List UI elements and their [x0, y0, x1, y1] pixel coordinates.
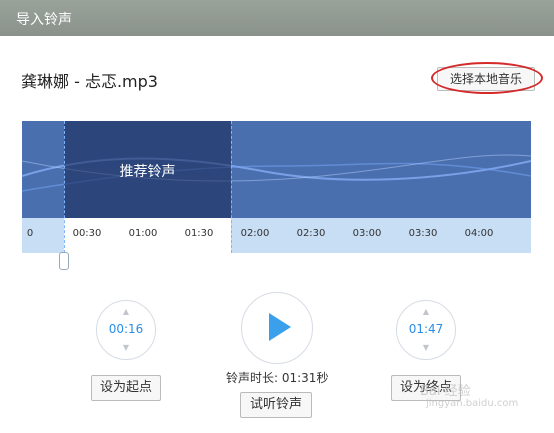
- start-handle-line[interactable]: [64, 121, 65, 253]
- watermark-url: jingyan.baidu.com: [426, 398, 519, 409]
- tick-label: 01:30: [184, 228, 214, 239]
- start-drag-handle[interactable]: [59, 252, 69, 270]
- end-time-stepper[interactable]: ▲ 01:47 ▼: [396, 300, 456, 360]
- tick-label: 0: [26, 228, 34, 239]
- time-ruler: 0 00:30 01:00 01:30 02:00 02:30 03:00 03…: [22, 218, 531, 253]
- chevron-down-icon[interactable]: ▼: [97, 343, 155, 352]
- chevron-up-icon[interactable]: ▲: [397, 307, 455, 316]
- set-start-button[interactable]: 设为起点: [91, 375, 161, 401]
- tick-label: 03:00: [352, 228, 382, 239]
- watermark-logo: Bai 经验: [420, 384, 471, 399]
- tick-label: 02:30: [296, 228, 326, 239]
- tick-label: 01:00: [128, 228, 158, 239]
- tick-label: 02:00: [240, 228, 270, 239]
- end-time-value: 01:47: [408, 322, 444, 336]
- song-title: 龚琳娜 - 忐忑.mp3: [21, 72, 158, 91]
- play-icon: [269, 313, 291, 341]
- start-time-stepper[interactable]: ▲ 00:16 ▼: [96, 300, 156, 360]
- chevron-down-icon[interactable]: ▼: [397, 343, 455, 352]
- window-title: 导入铃声: [16, 12, 72, 28]
- tick-label: 04:00: [464, 228, 494, 239]
- end-handle-line[interactable]: [231, 121, 232, 253]
- highlight-annotation: [431, 62, 543, 94]
- title-bar: 导入铃声: [0, 0, 554, 36]
- waveform-panel[interactable]: 推荐铃声 0 00:30 01:00 01:30 02:00 02:30 03:…: [22, 121, 531, 253]
- tick-label: 03:30: [408, 228, 438, 239]
- recommended-ringtone-label: 推荐铃声: [119, 164, 176, 180]
- preview-ringtone-button[interactable]: 试听铃声: [240, 392, 312, 418]
- chevron-up-icon[interactable]: ▲: [97, 307, 155, 316]
- tick-label: 00:30: [72, 228, 102, 239]
- play-button[interactable]: [241, 292, 313, 364]
- ringtone-duration: 铃声时长: 01:31秒: [226, 371, 329, 385]
- start-time-value: 00:16: [108, 322, 144, 336]
